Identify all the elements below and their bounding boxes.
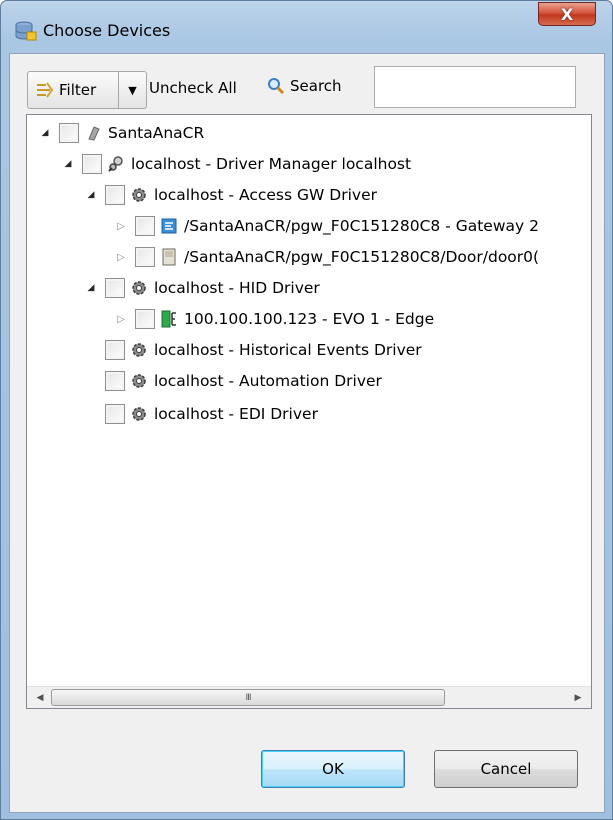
node-checkbox[interactable]: [105, 340, 125, 360]
gear-icon: [130, 341, 148, 359]
node-checkbox[interactable]: [135, 247, 155, 267]
cancel-button[interactable]: Cancel: [434, 750, 578, 788]
node-checkbox[interactable]: [59, 123, 79, 143]
node-label: 100.100.100.123 - EVO 1 - Edge: [184, 310, 435, 328]
tree-node[interactable]: /SantaAnaCR/pgw_F0C151280C8/Door/door0(: [115, 242, 539, 272]
search-icon: [268, 78, 285, 95]
node-label: localhost - HID Driver: [154, 279, 320, 297]
gear-icon: [130, 186, 148, 204]
expand-toggle-icon[interactable]: [85, 282, 97, 294]
filter-button[interactable]: Filter: [27, 71, 119, 109]
chevron-down-icon: ▼: [128, 83, 137, 97]
scroll-left-icon[interactable]: ◀: [29, 687, 51, 708]
node-checkbox[interactable]: [105, 371, 125, 391]
database-icon: [15, 21, 37, 41]
gateway-icon: [160, 217, 178, 235]
toolbar: Filter ▼ Uncheck All Search: [27, 64, 592, 110]
tree-node[interactable]: localhost - HID Driver: [85, 273, 320, 303]
tree-node[interactable]: localhost - Driver Manager localhost: [62, 149, 411, 179]
cancel-label: Cancel: [480, 760, 532, 778]
door-icon: [160, 248, 178, 266]
node-label: localhost - Historical Events Driver: [154, 341, 422, 359]
node-checkbox[interactable]: [82, 154, 102, 174]
tree-node[interactable]: SantaAnaCR: [39, 118, 204, 148]
search-button[interactable]: Search: [267, 77, 342, 95]
horizontal-scrollbar[interactable]: ◀ III ▶: [27, 686, 591, 708]
node-label: localhost - Access GW Driver: [154, 186, 377, 204]
uncheck-all-button[interactable]: Uncheck All: [149, 79, 237, 97]
dialog-content: Filter ▼ Uncheck All Search ◢ SantaAnaCR…: [9, 53, 605, 813]
node-checkbox[interactable]: [105, 404, 125, 424]
gear-icon: [130, 372, 148, 390]
close-icon: X: [560, 4, 574, 24]
node-label: localhost - Automation Driver: [154, 372, 382, 390]
ok-label: OK: [322, 760, 344, 778]
node-checkbox[interactable]: [105, 185, 125, 205]
node-label: /SantaAnaCR/pgw_F0C151280C8/Door/door0(: [184, 248, 540, 266]
ok-button[interactable]: OK: [261, 750, 405, 788]
edge-device-icon: [160, 310, 178, 328]
node-label: SantaAnaCR: [108, 124, 205, 142]
window-title: Choose Devices: [43, 21, 171, 40]
node-label: /SantaAnaCR/pgw_F0C151280C8 - Gateway 2: [184, 217, 539, 235]
filter-label: Filter: [59, 81, 97, 99]
device-tree: SantaAnaCR localhost - Driver Manager lo…: [26, 114, 592, 709]
tree-node[interactable]: localhost - Automation Driver: [97, 366, 382, 396]
driver-manager-icon: [107, 155, 125, 173]
scrollbar-thumb[interactable]: III: [51, 689, 445, 706]
tree-node[interactable]: 100.100.100.123 - EVO 1 - Edge: [115, 304, 434, 334]
title-bar[interactable]: Choose Devices X: [1, 1, 612, 53]
dialog-window: Choose Devices X Filter ▼ Uncheck All Se…: [0, 0, 613, 820]
close-button[interactable]: X: [538, 2, 596, 26]
tree-node[interactable]: localhost - Historical Events Driver: [97, 335, 422, 365]
expand-toggle-icon[interactable]: [62, 158, 74, 170]
expand-toggle-icon[interactable]: [115, 251, 127, 263]
node-label: localhost - EDI Driver: [154, 405, 318, 423]
expand-toggle-icon[interactable]: [115, 313, 127, 325]
node-checkbox[interactable]: [135, 216, 155, 236]
tree-node[interactable]: /SantaAnaCR/pgw_F0C151280C8 - Gateway 2: [115, 211, 539, 241]
tree-node[interactable]: localhost - EDI Driver: [97, 399, 318, 429]
expand-toggle-icon[interactable]: [85, 189, 97, 201]
expand-toggle-icon[interactable]: [39, 127, 51, 139]
filter-dropdown-button[interactable]: ▼: [119, 71, 147, 109]
expand-toggle-icon[interactable]: [115, 220, 127, 232]
gear-icon: [130, 279, 148, 297]
node-label: localhost - Driver Manager localhost: [131, 155, 412, 173]
filter-icon: [37, 82, 54, 98]
node-checkbox[interactable]: [105, 278, 125, 298]
scrollbar-grip: III: [245, 692, 252, 703]
node-checkbox[interactable]: [135, 309, 155, 329]
gear-icon: [130, 405, 148, 423]
search-input[interactable]: [374, 66, 576, 108]
search-label: Search: [290, 77, 342, 95]
scroll-right-icon[interactable]: ▶: [567, 687, 589, 708]
server-icon: [84, 124, 102, 142]
tree-node[interactable]: localhost - Access GW Driver: [85, 180, 377, 210]
